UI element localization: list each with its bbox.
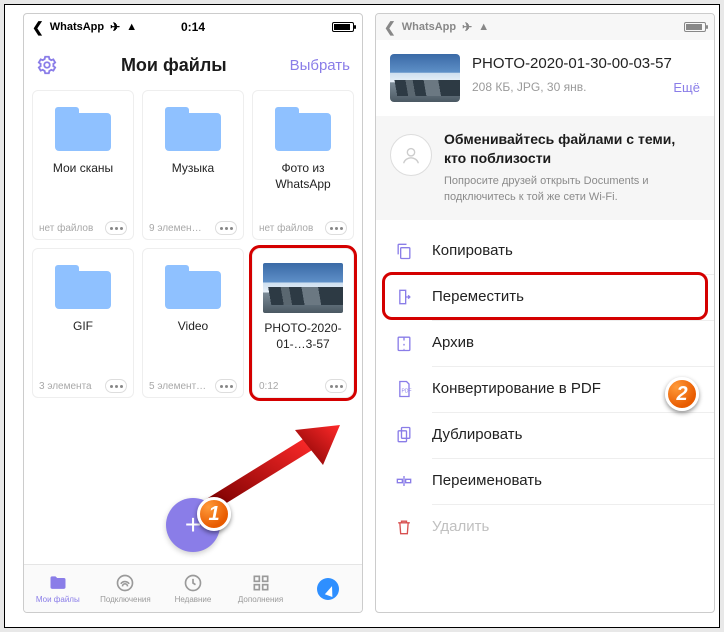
action-delete[interactable]: Удалить (376, 504, 714, 550)
back-app-label[interactable]: WhatsApp (50, 21, 104, 33)
more-icon[interactable] (215, 221, 237, 235)
folder-card[interactable]: Фото из WhatsApp нет файлов (252, 90, 354, 240)
action-label: Копировать (432, 242, 513, 259)
card-label: Фото из WhatsApp (259, 161, 347, 191)
folder-icon (165, 265, 221, 309)
pdf-icon: PDF (394, 379, 414, 399)
card-label: GIF (39, 319, 127, 349)
more-icon[interactable] (325, 221, 347, 235)
more-icon[interactable] (325, 379, 347, 393)
folder-card[interactable]: Мои сканы нет файлов (32, 90, 134, 240)
svg-text:PDF: PDF (402, 388, 412, 394)
trash-icon (394, 517, 414, 537)
right-screenshot: ❮ WhatsApp ✈ ▲ PHOTO-2020-01-30-00-03-57… (375, 13, 715, 613)
image-card[interactable]: PHOTO-2020-01-…3-57 0:12 (252, 248, 354, 398)
card-meta: 3 элемента (39, 381, 92, 392)
duplicate-icon (394, 425, 414, 445)
tab-browser[interactable] (294, 565, 362, 612)
grid-icon (251, 573, 271, 593)
tab-label: Подключения (100, 595, 151, 604)
tab-recent[interactable]: Недавние (159, 565, 227, 612)
back-chevron-icon[interactable]: ❮ (384, 19, 396, 36)
folder-card[interactable]: GIF 3 элемента (32, 248, 134, 398)
settings-icon[interactable] (36, 54, 58, 76)
battery-icon (684, 22, 706, 32)
folder-icon (165, 107, 221, 151)
avatar-placeholder-icon (390, 134, 432, 176)
action-copy[interactable]: Копировать (376, 228, 714, 274)
action-label: Архив (432, 334, 474, 351)
action-label: Конвертирование в PDF (432, 380, 601, 397)
file-name: PHOTO-2020-01-30-00-03-57 (472, 54, 700, 74)
compass-icon (317, 578, 339, 600)
action-archive[interactable]: Архив (376, 320, 714, 366)
file-grid: Мои сканы нет файлов Музыка 9 элемен… Фо… (24, 90, 362, 398)
wifi-icon: ▲ (478, 21, 489, 33)
left-screenshot: ❮ WhatsApp ✈ ▲ 0:14 Мои файлы Выбрать Мо… (23, 13, 363, 613)
folder-icon (55, 265, 111, 309)
bottom-tabs: Мои файлы Подключения Недавние Дополнени… (24, 564, 362, 612)
tab-label: Дополнения (238, 595, 283, 604)
copy-icon (394, 241, 414, 261)
card-label: Video (149, 319, 237, 349)
card-meta: нет файлов (259, 223, 313, 234)
tab-label: Недавние (175, 595, 212, 604)
folder-icon (48, 573, 68, 593)
file-header: PHOTO-2020-01-30-00-03-57 208 КБ, JPG, 3… (376, 40, 714, 110)
folder-card[interactable]: Музыка 9 элемен… (142, 90, 244, 240)
action-move[interactable]: Переместить (376, 274, 714, 320)
airplane-mode-icon: ✈ (462, 20, 472, 34)
status-bar: ❮ WhatsApp ✈ ▲ (376, 14, 714, 40)
plus-icon: + (185, 509, 201, 541)
action-label: Удалить (432, 518, 489, 535)
battery-icon (332, 22, 354, 32)
tab-addons[interactable]: Дополнения (227, 565, 295, 612)
action-label: Дублировать (432, 426, 522, 443)
move-icon (394, 287, 414, 307)
share-title: Обменивайтесь файлами с теми, кто поблиз… (444, 130, 700, 168)
action-label: Переименовать (432, 472, 542, 489)
header: Мои файлы Выбрать (24, 40, 362, 90)
folder-card[interactable]: Video 5 элемент… (142, 248, 244, 398)
action-label: Переместить (432, 288, 524, 305)
image-thumbnail (263, 263, 343, 313)
more-link[interactable]: Ещё (673, 80, 700, 95)
card-label: PHOTO-2020-01-…3-57 (259, 321, 347, 351)
more-icon[interactable] (105, 221, 127, 235)
card-meta: нет файлов (39, 223, 93, 234)
wifi-icon: ▲ (126, 21, 137, 33)
archive-icon (394, 333, 414, 353)
status-bar: ❮ WhatsApp ✈ ▲ 0:14 (24, 14, 362, 40)
card-label: Музыка (149, 161, 237, 191)
more-icon[interactable] (215, 379, 237, 393)
card-label: Мои сканы (39, 161, 127, 191)
clock-icon (183, 573, 203, 593)
action-rename[interactable]: Переименовать (376, 458, 714, 504)
add-button[interactable]: + (166, 498, 220, 552)
card-meta: 9 элемен… (149, 223, 202, 234)
action-duplicate[interactable]: Дублировать (376, 412, 714, 458)
image-thumbnail[interactable] (390, 54, 460, 102)
nearby-share-box[interactable]: Обменивайтесь файлами с теми, кто поблиз… (376, 116, 714, 220)
card-meta: 0:12 (259, 381, 278, 392)
action-pdf[interactable]: PDF Конвертирование в PDF (376, 366, 714, 412)
select-button[interactable]: Выбрать (290, 57, 350, 74)
share-body: Попросите друзей открыть Documents и под… (444, 174, 700, 206)
tab-my-files[interactable]: Мои файлы (24, 565, 92, 612)
folder-icon (55, 107, 111, 151)
page-title: Мои файлы (121, 55, 227, 76)
folder-icon (275, 107, 331, 151)
rename-icon (394, 471, 414, 491)
clock: 0:14 (181, 20, 205, 34)
more-icon[interactable] (105, 379, 127, 393)
action-list: Копировать Переместить Архив PDF Конверт… (376, 228, 714, 550)
back-chevron-icon[interactable]: ❮ (32, 19, 44, 36)
tab-label: Мои файлы (36, 595, 80, 604)
wifi-icon (115, 573, 135, 593)
back-app-label[interactable]: WhatsApp (402, 21, 456, 33)
tab-connections[interactable]: Подключения (92, 565, 160, 612)
card-meta: 5 элемент… (149, 381, 206, 392)
file-meta: 208 КБ, JPG, 30 янв. (472, 80, 586, 94)
airplane-mode-icon: ✈ (110, 20, 120, 34)
